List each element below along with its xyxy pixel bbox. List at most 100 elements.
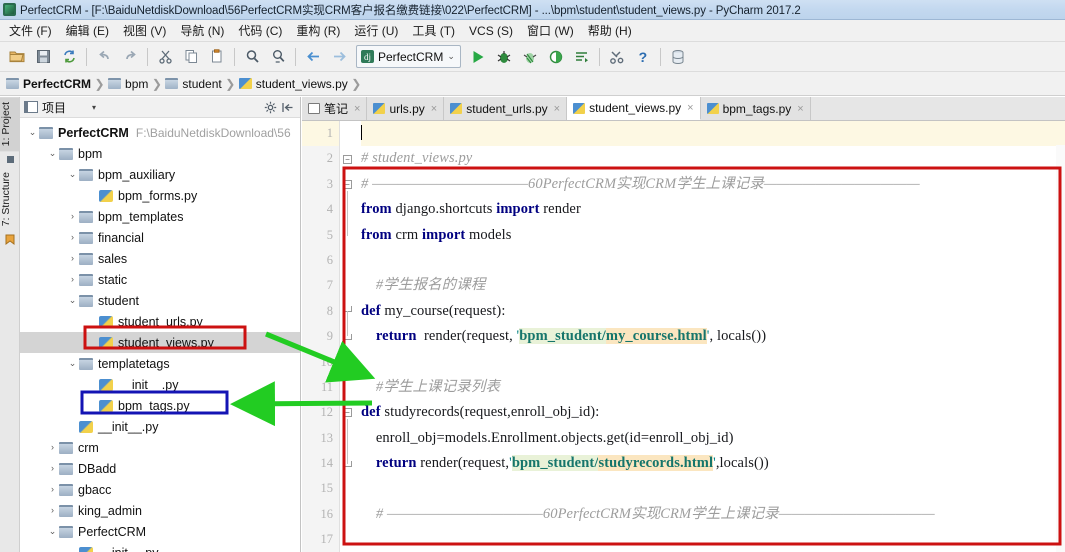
run-icon[interactable] <box>466 45 490 69</box>
code-editor[interactable]: 1 2 3 4 5 6 7 8 9 10 11 12 13 14 15 16 17 − − − # studen… <box>302 121 1065 552</box>
profile-icon[interactable] <box>544 45 568 69</box>
menu-item-refactor[interactable]: 重构 (R) <box>289 20 347 41</box>
tree-item-static[interactable]: › static <box>20 269 300 290</box>
tree-item-perfectcrm[interactable]: ⌄ PerfectCRM F:\BaiduNetdiskDownload\56 <box>20 122 300 143</box>
tree-item-financial[interactable]: › financial <box>20 227 300 248</box>
copy-icon[interactable] <box>179 45 203 69</box>
tree-item-gbacc[interactable]: › gbacc <box>20 479 300 500</box>
replace-icon[interactable] <box>266 45 290 69</box>
settings-icon[interactable] <box>605 45 629 69</box>
undo-icon[interactable] <box>92 45 116 69</box>
sync-icon[interactable] <box>57 45 81 69</box>
tree-item-sales[interactable]: › sales <box>20 248 300 269</box>
rail-tab-structure[interactable]: 7: Structure <box>0 167 20 231</box>
breadcrumb-item-student[interactable]: student <box>165 77 222 91</box>
tree-item--init-py[interactable]: __init__.py <box>20 416 300 437</box>
save-all-icon[interactable] <box>31 45 55 69</box>
code-folding-column[interactable]: − − − <box>341 121 361 552</box>
code-line[interactable] <box>361 248 1065 273</box>
tree-item-templatetags[interactable]: ⌄ templatetags <box>20 353 300 374</box>
chevron-down-icon[interactable]: ⌄ <box>66 164 79 185</box>
editor-tab-student-urls-py[interactable]: student_urls.py × <box>444 97 568 120</box>
code-line[interactable]: return render(request, 'bpm_student/my_c… <box>361 324 1065 349</box>
chevron-right-icon[interactable]: › <box>46 458 59 479</box>
close-icon[interactable]: × <box>554 103 560 115</box>
redo-icon[interactable] <box>118 45 142 69</box>
fold-marker-icon[interactable] <box>343 206 352 215</box>
tree-item-king-admin[interactable]: › king_admin <box>20 500 300 521</box>
close-icon[interactable]: × <box>687 102 693 114</box>
menu-item-edit[interactable]: 编辑 (E) <box>59 20 116 41</box>
chevron-down-icon[interactable]: ▾ <box>92 103 96 112</box>
editor-tab-notes[interactable]: 笔记 × <box>302 97 368 120</box>
chevron-down-icon[interactable]: ⌄ <box>46 143 59 164</box>
chevron-down-icon[interactable]: ⌄ <box>46 521 59 542</box>
code-line[interactable]: def studyrecords(request,enroll_obj_id): <box>361 400 1065 425</box>
gear-icon[interactable] <box>262 99 279 115</box>
code-line[interactable]: from crm import models <box>361 223 1065 248</box>
close-icon[interactable]: × <box>797 103 803 115</box>
database-icon[interactable] <box>666 45 690 69</box>
code-line[interactable] <box>361 350 1065 375</box>
code-line[interactable]: from django.shortcuts import render <box>361 197 1065 222</box>
close-icon[interactable]: × <box>354 103 360 115</box>
back-icon[interactable] <box>301 45 325 69</box>
code-line[interactable]: enroll_obj=models.Enrollment.objects.get… <box>361 426 1065 451</box>
fold-toggle-icon[interactable]: − <box>343 408 352 417</box>
collapse-all-icon[interactable] <box>279 99 296 115</box>
breadcrumb-item-student-views[interactable]: student_views.py <box>238 77 348 91</box>
chevron-right-icon[interactable]: › <box>66 269 79 290</box>
chevron-down-icon[interactable]: ⌄ <box>26 122 39 143</box>
chevron-right-icon[interactable]: › <box>46 479 59 500</box>
editor-tab-student-views-py[interactable]: student_views.py × <box>567 97 701 120</box>
breadcrumb-item-perfectcrm[interactable]: PerfectCRM <box>6 77 91 91</box>
debug-icon[interactable] <box>492 45 516 69</box>
menu-item-vcs[interactable]: VCS (S) <box>462 22 520 40</box>
run-configuration-selector[interactable]: dj PerfectCRM ⌄ <box>356 45 461 68</box>
menu-item-navigate[interactable]: 导航 (N) <box>173 20 231 41</box>
chevron-down-icon[interactable]: ⌄ <box>66 353 79 374</box>
code-line[interactable] <box>361 121 1065 147</box>
run-with-console-icon[interactable] <box>570 45 594 69</box>
project-file-tree[interactable]: ⌄ PerfectCRM F:\BaiduNetdiskDownload\56 ⌄ bp… <box>20 118 300 552</box>
tree-item-student-views-py[interactable]: student_views.py <box>20 332 300 353</box>
fold-toggle-icon[interactable]: − <box>343 155 352 164</box>
code-line[interactable] <box>361 476 1065 501</box>
tree-item-bpm-templates[interactable]: › bpm_templates <box>20 206 300 227</box>
editor-tab-urls-py[interactable]: urls.py × <box>367 97 445 120</box>
tree-item-crm[interactable]: › crm <box>20 437 300 458</box>
menu-item-tools[interactable]: 工具 (T) <box>405 20 462 41</box>
code-line[interactable]: return render(request,'bpm_student/study… <box>361 451 1065 476</box>
code-text-content[interactable]: # student_views.py # ————————————60Perfec… <box>361 121 1065 552</box>
forward-icon[interactable] <box>327 45 351 69</box>
chevron-right-icon[interactable]: › <box>46 500 59 521</box>
tree-item-bpm-tags-py[interactable]: bpm_tags.py <box>20 395 300 416</box>
menu-item-run[interactable]: 运行 (U) <box>347 20 405 41</box>
tree-item-dbadd[interactable]: › DBadd <box>20 458 300 479</box>
chevron-down-icon[interactable]: ⌄ <box>66 290 79 311</box>
code-line[interactable]: # ————————————60PerfectCRM实现CRM学生上课记录———… <box>361 172 1065 197</box>
coverage-icon[interactable] <box>518 45 542 69</box>
chevron-right-icon[interactable]: › <box>66 227 79 248</box>
open-folder-icon[interactable] <box>5 45 29 69</box>
tree-item--init-py[interactable]: __init__.py <box>20 374 300 395</box>
code-line[interactable]: def my_course(request): <box>361 299 1065 324</box>
fold-toggle-icon[interactable]: − <box>343 180 352 189</box>
breadcrumb-item-bpm[interactable]: bpm <box>108 77 148 91</box>
tree-item-student-urls-py[interactable]: student_urls.py <box>20 311 300 332</box>
code-line[interactable]: # ————————————60PerfectCRM实现CRM学生上课记录———… <box>361 502 1065 527</box>
help-icon[interactable]: ? <box>631 45 655 69</box>
menu-item-help[interactable]: 帮助 (H) <box>581 20 639 41</box>
chevron-right-icon[interactable]: › <box>66 206 79 227</box>
menu-item-file[interactable]: 文件 (F) <box>2 20 59 41</box>
code-line[interactable]: #学生报名的课程 <box>361 273 1065 298</box>
paste-icon[interactable] <box>205 45 229 69</box>
tree-item--init-py[interactable]: __init__.py <box>20 542 300 552</box>
tree-item-bpm-forms-py[interactable]: bpm_forms.py <box>20 185 300 206</box>
menu-item-window[interactable]: 窗口 (W) <box>520 20 581 41</box>
menu-item-view[interactable]: 视图 (V) <box>116 20 173 41</box>
code-line[interactable]: # student_views.py <box>361 146 1065 171</box>
cut-icon[interactable] <box>153 45 177 69</box>
tree-item-perfectcrm[interactable]: ⌄ PerfectCRM <box>20 521 300 542</box>
editor-tab-bpm-tags-py[interactable]: bpm_tags.py × <box>700 97 811 120</box>
